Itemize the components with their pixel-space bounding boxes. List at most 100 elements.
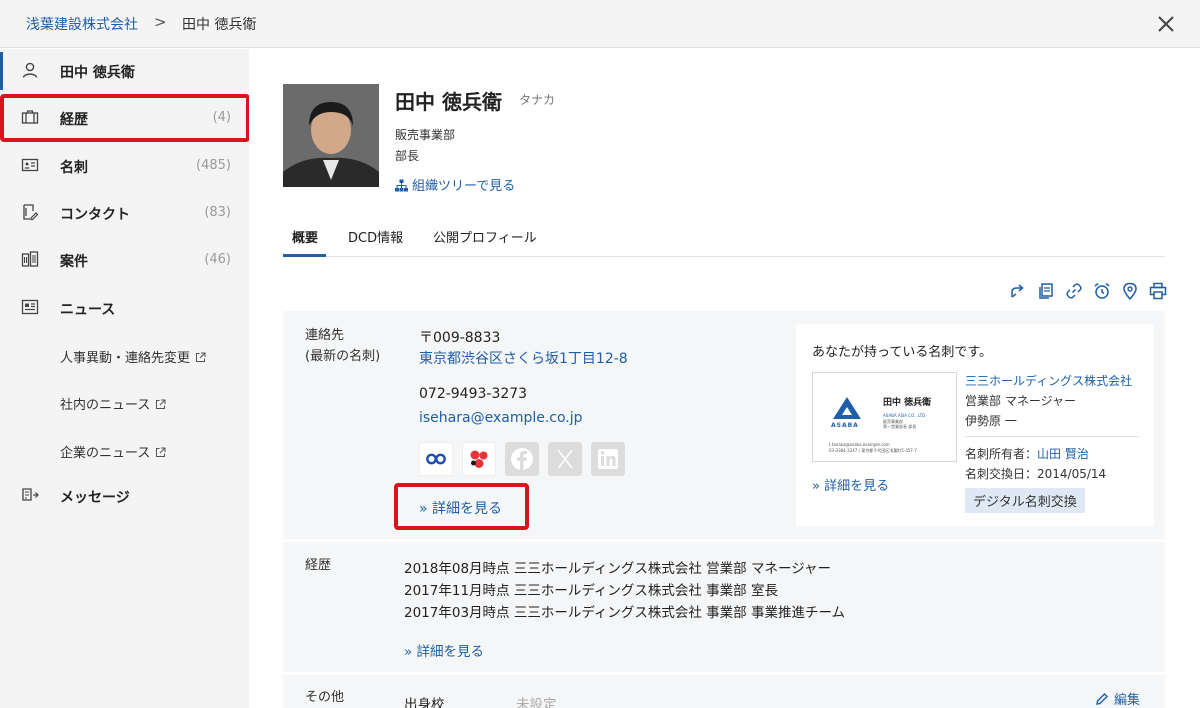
x-twitter-icon[interactable] [548,442,582,476]
external-link-icon [156,447,166,457]
history-details-link[interactable]: » 詳細を見る [404,640,484,660]
card-subtitle: 第一営業部長 部長 [883,424,917,429]
sidebar-item-label: コンタクト [60,207,130,223]
sidebar-item-contacts[interactable]: コンタクト (83) [0,191,249,235]
sidebar-item-label: 名刺 [60,160,88,176]
card-person: 伊勢原 一 [965,414,1017,428]
news-sub-company[interactable]: 企業のニュース [60,442,166,461]
sidebar-item-cards[interactable]: 名刺 (485) [0,144,249,188]
social-icon-1[interactable] [419,442,453,476]
external-link-icon [156,399,166,409]
copy-icon[interactable] [1037,282,1055,300]
sidebar-item-label: メッセージ [60,490,130,506]
card-owner-label: 名刺所有者： [965,447,1038,461]
card-owner: 名刺所有者：山田 賢治 [965,445,1089,462]
card-exchange-date: 名刺交換日：2014/05/14 [965,467,1107,481]
news-sub-label: 社内のニュース [60,398,151,413]
business-card-panel: あなたが持っている名刺です。 ASABA 田中 徳兵衛 ASABA ASIA C… [796,324,1154,526]
news-sub-label: 人事異動・連絡先変更 [60,351,191,366]
history-entry: 2017年03月時点 三三ホールディングス株式会社 事業部 事業推進チーム [404,605,846,621]
history-entry: 2018年08月時点 三三ホールディングス株式会社 営業部 マネージャー [404,561,832,577]
person-photo-icon [283,84,379,187]
school-value: 未設定 [516,697,557,708]
card-details-link[interactable]: » 詳細を見る [812,475,889,494]
card-heading: あなたが持っている名刺です。 [812,345,993,360]
contact-label-line1: 連絡先 [305,328,345,343]
location-pin-icon[interactable] [1121,282,1139,300]
tab-overview[interactable]: 概要 [292,227,318,246]
business-card-image[interactable]: ASABA 田中 徳兵衛 ASABA ASIA CO., LTD 販売事業部 第… [812,372,957,462]
tab-active-underline [283,254,326,257]
contact-address-link[interactable]: 東京都渋谷区さくら坂1丁目12-8 [419,348,628,368]
profile-department: 販売事業部 [395,128,456,142]
sidebar: 田中 徳兵衛 経歴 (4) 名刺 (485) コンタクト (83) 案件 (46… [0,49,249,708]
card-name: 田中 徳兵衛 [883,398,932,408]
card-dept-title: 営業部 マネージャー [965,394,1076,408]
tab-public-profile[interactable]: 公開プロフィール [433,227,537,246]
org-tree-link[interactable]: 組織ツリーで見る [395,175,515,194]
sidebar-person-name: 田中 徳兵衛 [60,65,135,81]
card-email: t.tanaka@asaba.example.com [829,442,890,447]
breadcrumb-separator: > [154,13,167,31]
briefcase-icon [21,110,39,124]
history-entry: 2017年11月時点 三三ホールディングス株式会社 事業部 室長 [404,583,778,599]
profile-title: 部長 [395,149,420,163]
active-indicator [0,52,3,90]
linkedin-icon[interactable] [591,442,625,476]
header-bar: 浅葉建設株式会社 > 田中 徳兵衛 [0,0,1200,48]
sidebar-item-career[interactable]: 経歴 (4) [0,96,249,140]
sidebar-item-deals[interactable]: 案件 (46) [0,238,249,282]
sidebar-item-label: 経歴 [60,112,88,128]
other-label: その他 [305,690,345,705]
contact-label-line2: (最新の名刺) [305,349,381,364]
alarm-icon[interactable] [1093,282,1111,300]
card-brand: ASABA [831,422,859,429]
news-sub-internal[interactable]: 社内のニュース [60,394,166,413]
sidebar-item-label: ニュース [60,302,116,318]
news-sub-label: 企業のニュース [60,446,151,461]
sidebar-item-person[interactable]: 田中 徳兵衛 [0,49,249,93]
sidebar-item-count: (4) [212,110,231,125]
edit-label: 編集 [1114,693,1141,708]
breadcrumb-current-person: 田中 徳兵衛 [182,17,257,33]
facebook-icon[interactable] [505,442,539,476]
sidebar-item-news[interactable]: ニュース [0,286,249,330]
card-owner-link[interactable]: 山田 賢治 [1037,447,1089,461]
sidebar-item-count: (46) [204,252,231,267]
profile-photo [283,84,379,187]
person-icon [22,62,38,78]
tab-bar: 概要 DCD情報 公開プロフィール [283,217,1165,257]
asaba-logo-icon [833,397,861,419]
tab-dcd-info[interactable]: DCD情報 [348,227,403,246]
social-icon-2[interactable] [462,442,496,476]
org-tree-icon [395,179,408,192]
card-company-link[interactable]: 三三ホールディングス株式会社 [965,372,1132,389]
external-link-icon [196,352,206,362]
card-address: 03-3384-3247 / 東京都千代田区浅葉町5-357-7 [829,448,917,453]
contact-details-link[interactable]: » 詳細を見る [419,498,502,518]
sidebar-item-count: (83) [204,205,231,220]
share-icon[interactable] [1009,282,1027,300]
business-card-icon [21,158,39,172]
pencil-icon [1096,693,1108,705]
message-icon [22,488,39,501]
sidebar-item-messages[interactable]: メッセージ [0,474,249,518]
contact-phone: 072-9493-3273 [419,386,528,402]
edit-button[interactable]: 編集 [1095,689,1140,708]
org-tree-label: 組織ツリーで見る [412,179,516,194]
breadcrumb-company-link[interactable]: 浅葉建設株式会社 [26,14,138,34]
print-icon[interactable] [1149,282,1167,300]
card-divider [965,436,1139,437]
link-icon[interactable] [1065,282,1083,300]
contact-note-icon [23,204,39,221]
history-label: 経歴 [305,558,332,573]
close-icon[interactable] [1154,12,1178,36]
profile-kana: タナカ [519,93,556,107]
main-content: 田中 徳兵衛 タナカ 販売事業部 部長 組織ツリーで見る 概要 DCD情報 公開… [249,49,1200,708]
digital-exchange-tag: デジタル名刺交換 [965,488,1085,513]
contact-email-link[interactable]: isehara@example.co.jp [419,410,583,426]
sidebar-item-count: (485) [196,158,231,173]
profile-name: 田中 徳兵衛 [395,90,502,114]
news-sub-personnel[interactable]: 人事異動・連絡先変更 [60,347,206,366]
sidebar-item-label: 案件 [60,254,88,270]
